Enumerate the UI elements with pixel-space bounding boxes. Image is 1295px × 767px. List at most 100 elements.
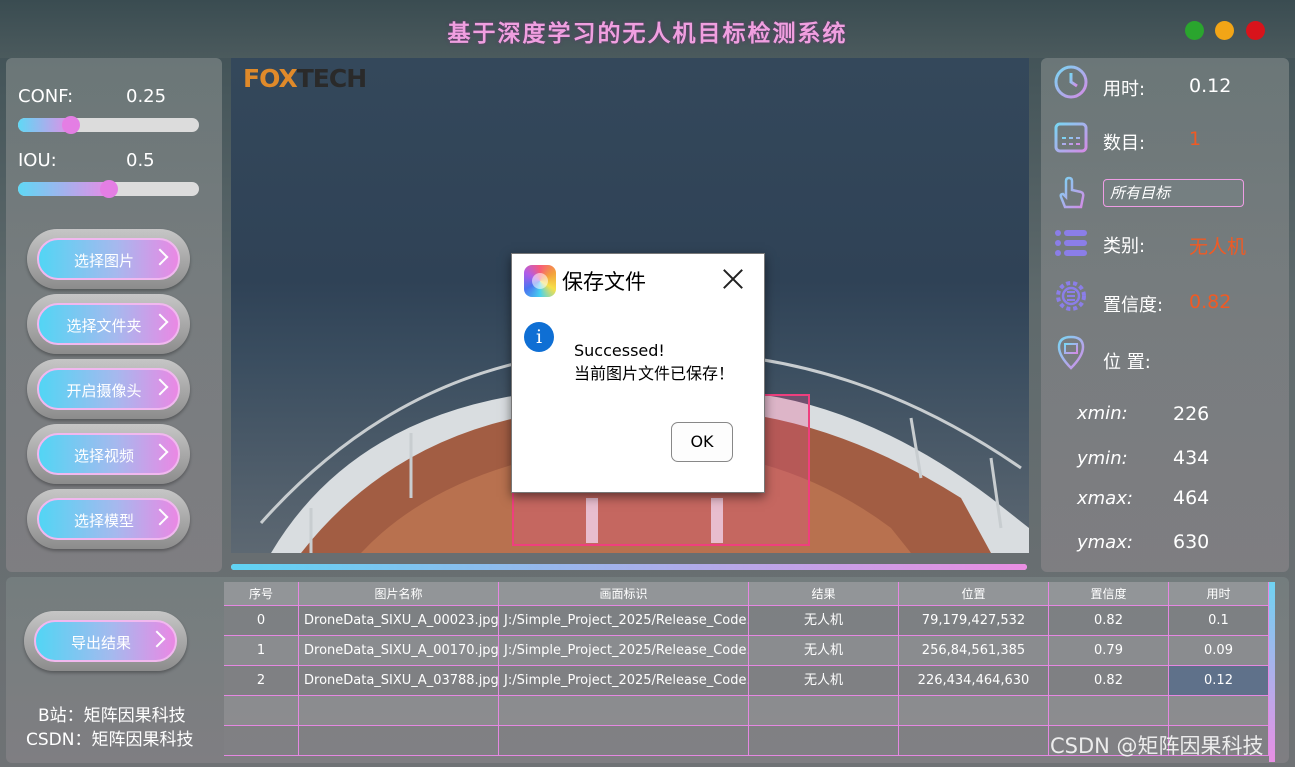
iou-slider-thumb[interactable] xyxy=(99,180,118,198)
table-cell[interactable]: 无人机 xyxy=(749,666,899,696)
select-video-label: 选择视频 xyxy=(73,447,134,465)
select-video-button[interactable]: 选择视频 xyxy=(27,424,190,484)
table-row[interactable]: 2 DroneData_SIXU_A_03788.jpg J:/Simple_Pro… xyxy=(224,666,1269,696)
table-header-cell[interactable]: 用时 xyxy=(1169,582,1269,606)
table-cell[interactable]: J:/Simple_Project_2025/Release_Code... xyxy=(499,606,749,636)
table-cell[interactable] xyxy=(749,696,899,726)
select-model-button[interactable]: 选择模型 xyxy=(27,489,190,549)
select-image-button[interactable]: 选择图片 xyxy=(27,229,190,289)
table-cell[interactable]: DroneData_SIXU_A_03788.jpg xyxy=(299,666,499,696)
calendar-icon xyxy=(1054,120,1088,153)
table-cell[interactable] xyxy=(499,726,749,756)
table-cell[interactable]: 226,434,464,630 xyxy=(899,666,1049,696)
logo-suffix: TECH xyxy=(296,64,367,93)
table-header-cell[interactable]: 序号 xyxy=(224,582,299,606)
xmin-label: xmin: xyxy=(1077,403,1128,424)
title-bar: 基于深度学习的无人机目标检测系统 xyxy=(0,0,1295,58)
ymin-label: ymin: xyxy=(1077,448,1128,469)
ymax-label: ymax: xyxy=(1077,532,1133,553)
close-button[interactable] xyxy=(1246,21,1265,40)
table-cell[interactable]: 0 xyxy=(224,606,299,636)
iou-slider[interactable] xyxy=(18,180,199,198)
table-cell[interactable]: 0.12 xyxy=(1169,666,1269,696)
csdn-watermark: CSDN @矩阵因果科技 xyxy=(1050,734,1264,758)
minimize-button[interactable] xyxy=(1215,21,1234,40)
table-scrollbar[interactable] xyxy=(1269,582,1275,762)
select-folder-button[interactable]: 选择文件夹 xyxy=(27,294,190,354)
table-header-cell[interactable]: 结果 xyxy=(749,582,899,606)
bilibili-credit: B站：矩阵因果科技 xyxy=(38,706,186,726)
select-video-button-face: 选择视频 xyxy=(37,433,180,475)
dialog-close-icon[interactable] xyxy=(722,268,744,290)
table-cell[interactable] xyxy=(299,696,499,726)
left-control-panel: CONF: 0.25 IOU: 0.5 选择图片 选择文件夹 开启摄像头 选择视… xyxy=(6,58,222,572)
table-cell[interactable] xyxy=(499,696,749,726)
conf-slider-thumb[interactable] xyxy=(62,116,81,134)
table-cell[interactable]: 256,84,561,385 xyxy=(899,636,1049,666)
table-cell[interactable]: J:/Simple_Project_2025/Release_Code... xyxy=(499,636,749,666)
location-pin-icon xyxy=(1057,335,1085,370)
time-label: 用时: xyxy=(1103,79,1146,100)
table-cell[interactable]: 无人机 xyxy=(749,636,899,666)
export-results-button[interactable]: 导出结果 xyxy=(24,611,187,671)
table-cell[interactable] xyxy=(224,696,299,726)
dialog-ok-button[interactable]: OK xyxy=(671,422,733,462)
table-cell[interactable]: J:/Simple_Project_2025/Release_Code... xyxy=(499,666,749,696)
dialog-title: 保存文件 xyxy=(562,270,646,294)
xmax-value: 464 xyxy=(1173,487,1210,509)
export-results-label: 导出结果 xyxy=(70,634,131,652)
table-header-cell[interactable]: 位置 xyxy=(899,582,1049,606)
table-cell[interactable]: 0.1 xyxy=(1169,606,1269,636)
dialog-message-line2: 当前图片文件已保存！ xyxy=(574,364,735,383)
iou-slider-fill xyxy=(18,182,109,196)
table-row[interactable] xyxy=(224,696,1269,726)
list-icon xyxy=(1055,230,1087,256)
confidence-label: 置信度: xyxy=(1103,295,1164,316)
table-header-cell[interactable]: 置信度 xyxy=(1049,582,1169,606)
position-label: 位 置: xyxy=(1103,352,1151,373)
table-row[interactable]: 0 DroneData_SIXU_A_00023.jpg J:/Simple_Pro… xyxy=(224,606,1269,636)
count-label: 数目: xyxy=(1103,133,1146,154)
table-cell[interactable] xyxy=(299,726,499,756)
open-camera-button[interactable]: 开启摄像头 xyxy=(27,359,190,419)
table-cell[interactable]: DroneData_SIXU_A_00170.jpg xyxy=(299,636,499,666)
table-cell[interactable]: 0.82 xyxy=(1049,666,1169,696)
table-cell[interactable]: 79,179,427,532 xyxy=(899,606,1049,636)
table-cell[interactable]: 0.09 xyxy=(1169,636,1269,666)
app-icon xyxy=(524,265,556,297)
conf-value: 0.25 xyxy=(126,86,167,107)
info-icon: i xyxy=(524,322,554,352)
table-header-cell[interactable]: 画面标识 xyxy=(499,582,749,606)
table-cell[interactable] xyxy=(1049,696,1169,726)
table-row[interactable]: 1 DroneData_SIXU_A_00170.jpg J:/Simple_Pro… xyxy=(224,636,1269,666)
table-cell[interactable]: 2 xyxy=(224,666,299,696)
select-image-label: 选择图片 xyxy=(73,252,134,270)
maximize-button[interactable] xyxy=(1185,21,1204,40)
table-cell[interactable]: 1 xyxy=(224,636,299,666)
conf-label: CONF: xyxy=(18,86,74,107)
table-cell[interactable] xyxy=(899,696,1049,726)
table-cell[interactable] xyxy=(224,726,299,756)
confidence-value: 0.82 xyxy=(1189,291,1232,313)
video-progress-bar[interactable] xyxy=(231,564,1027,570)
select-model-button-face: 选择模型 xyxy=(37,498,180,540)
table-cell[interactable]: DroneData_SIXU_A_00023.jpg xyxy=(299,606,499,636)
conf-slider[interactable] xyxy=(18,116,199,134)
export-results-button-face: 导出结果 xyxy=(34,620,177,662)
table-cell[interactable] xyxy=(749,726,899,756)
count-value: 1 xyxy=(1189,128,1202,150)
table-cell[interactable]: 0.82 xyxy=(1049,606,1169,636)
table-cell[interactable]: 无人机 xyxy=(749,606,899,636)
table-cell[interactable] xyxy=(1169,696,1269,726)
xmin-value: 226 xyxy=(1173,403,1210,425)
logo-prefix: FOX xyxy=(243,64,298,93)
ymin-value: 434 xyxy=(1173,447,1210,469)
target-select-dropdown[interactable]: 所有目标 xyxy=(1103,179,1244,207)
foxtech-logo: FOXTECH xyxy=(243,64,367,93)
video-progress-fill xyxy=(231,564,1027,570)
table-header-cell[interactable]: 图片名称 xyxy=(299,582,499,606)
select-folder-button-face: 选择文件夹 xyxy=(37,303,180,345)
table-cell[interactable] xyxy=(899,726,1049,756)
table-cell[interactable]: 0.79 xyxy=(1049,636,1169,666)
clock-icon xyxy=(1054,65,1088,99)
